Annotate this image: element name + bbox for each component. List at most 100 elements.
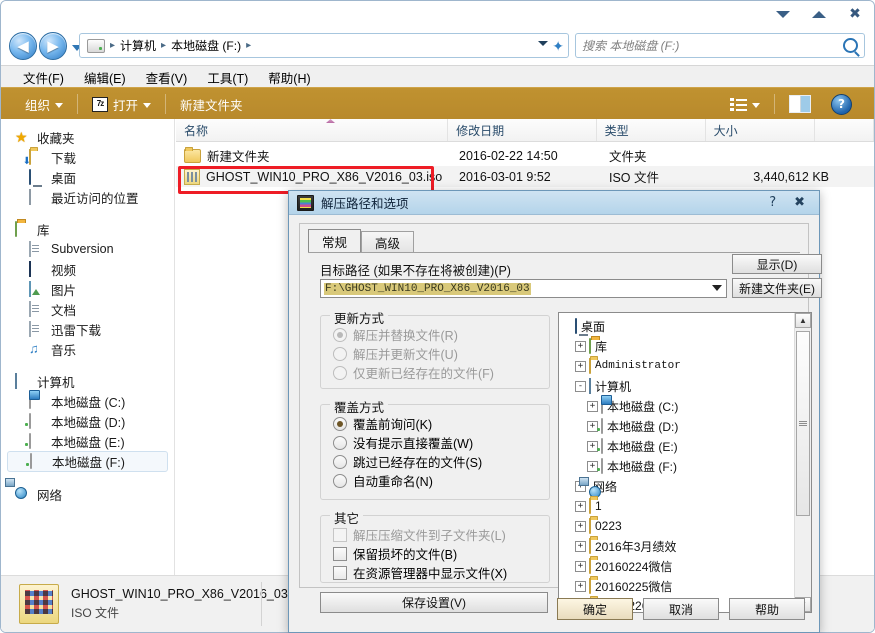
checkbox-display-in-explorer[interactable]: 在资源管理器中显示文件(X) <box>321 563 549 582</box>
folder-tree[interactable]: 桌面+库+Administrator-计算机+本地磁盘 (C:)+本地磁盘 (D… <box>558 312 812 613</box>
tree-node[interactable]: +网络 <box>563 476 793 496</box>
checkbox-extract-to-subfolder[interactable]: 解压压缩文件到子文件夹(L) <box>321 525 549 544</box>
radio-auto-rename[interactable]: 自动重命名(N) <box>321 471 549 490</box>
tab-general[interactable]: 常规 <box>308 229 361 252</box>
sidebar-group-favorites[interactable]: ★ 收藏夹 <box>1 127 174 147</box>
checkbox-icon <box>333 528 347 542</box>
radio-update-existing-only[interactable]: 仅更新已经存在的文件(F) <box>321 363 549 382</box>
sidebar-item-recent-places[interactable]: 最近访问的位置 <box>1 187 174 207</box>
table-row[interactable]: GHOST_WIN10_PRO_X86_V2016_03.iso 2016-03… <box>176 166 874 187</box>
tree-node[interactable]: +2016年3月绩效 <box>563 536 793 556</box>
tree-scrollbar[interactable]: ▲ ▼ <box>794 313 811 612</box>
view-options-button[interactable] <box>720 91 770 117</box>
preview-pane-button[interactable] <box>779 91 821 117</box>
dialog-help-icon[interactable]: ? <box>769 195 776 210</box>
column-header-date[interactable]: 修改日期 <box>448 119 597 141</box>
breadcrumb-item-computer[interactable]: 计算机 <box>117 36 159 55</box>
help-button[interactable]: 帮助 <box>729 598 805 620</box>
breadcrumb-item-drive-f[interactable]: 本地磁盘 (F:) <box>168 36 244 55</box>
sidebar-group-network[interactable]: 网络 <box>1 484 174 504</box>
dialog-close-icon[interactable]: ✖ <box>794 195 805 210</box>
tree-node[interactable]: +本地磁盘 (E:) <box>563 436 793 456</box>
radio-extract-replace[interactable]: 解压并替换文件(R) <box>321 325 549 344</box>
tree-node[interactable]: +库 <box>563 336 793 356</box>
checkbox-keep-broken-files[interactable]: 保留损坏的文件(B) <box>321 544 549 563</box>
scroll-up-icon[interactable]: ▲ <box>795 313 811 328</box>
collapse-icon[interactable]: - <box>575 381 586 392</box>
radio-overwrite-without-prompt[interactable]: 没有提示直接覆盖(W) <box>321 433 549 452</box>
help-button[interactable]: ? <box>821 91 862 117</box>
column-header-size[interactable]: 大小 <box>706 119 815 141</box>
organize-button[interactable]: 组织 <box>15 91 73 117</box>
tree-node[interactable]: 桌面 <box>563 316 793 336</box>
expand-icon[interactable]: + <box>587 401 598 412</box>
sidebar-item-pictures[interactable]: 图片 <box>1 279 174 299</box>
radio-ask-before-overwrite[interactable]: 覆盖前询问(K) <box>321 414 549 433</box>
column-header-name[interactable]: 名称 <box>176 119 448 141</box>
expand-icon[interactable]: + <box>575 541 586 552</box>
tree-node[interactable]: +0223 <box>563 516 793 536</box>
tree-node[interactable]: -计算机 <box>563 376 793 396</box>
sidebar-item-desktop[interactable]: 桌面 <box>1 167 174 187</box>
sidebar-item-documents[interactable]: 文档 <box>1 299 174 319</box>
forward-button[interactable]: ▶ <box>39 32 67 60</box>
scrollbar-thumb[interactable] <box>796 331 810 516</box>
tree-node[interactable]: +Administrator <box>563 356 793 376</box>
new-folder-button[interactable]: 新建文件夹(E) <box>732 278 822 298</box>
table-row[interactable]: 新建文件夹 2016-02-22 14:50 文件夹 <box>176 145 874 166</box>
path-dropdown-icon[interactable] <box>712 285 722 291</box>
tree-node[interactable]: +1 <box>563 496 793 516</box>
tree-node[interactable]: +本地磁盘 (F:) <box>563 456 793 476</box>
tree-node-label: 1 <box>595 499 602 513</box>
new-folder-button[interactable]: 新建文件夹 <box>170 91 253 117</box>
address-dropdown-icon[interactable] <box>538 41 548 46</box>
sidebar-group-libraries[interactable]: 库 <box>1 219 174 239</box>
menu-file[interactable]: 文件(F) <box>13 66 74 89</box>
menu-edit[interactable]: 编辑(E) <box>74 66 136 89</box>
sidebar-item-videos[interactable]: 视频 <box>1 259 174 279</box>
search-input[interactable]: 搜索 本地磁盘 (F:) <box>582 37 843 54</box>
minimize-icon[interactable] <box>772 5 794 23</box>
sidebar-item-drive-c[interactable]: 本地磁盘 (C:) <box>1 391 174 411</box>
drive-icon <box>29 414 46 429</box>
tab-advanced[interactable]: 高级 <box>361 231 414 252</box>
tree-node[interactable]: +20160224微信 <box>563 556 793 576</box>
ok-button[interactable]: 确定 <box>557 598 633 620</box>
open-button[interactable]: 7z 打开 <box>82 91 161 117</box>
winrar-icon <box>297 195 314 211</box>
sidebar-group-computer[interactable]: 计算机 <box>1 371 174 391</box>
destination-path-input[interactable]: F:\GHOST_WIN10_PRO_X86_V2016_03 <box>320 279 727 298</box>
menu-tools[interactable]: 工具(T) <box>197 66 258 89</box>
tree-node[interactable]: +本地磁盘 (D:) <box>563 416 793 436</box>
sidebar-item-thunder-downloads[interactable]: 迅雷下载 <box>1 319 174 339</box>
column-header-extra[interactable] <box>815 119 874 141</box>
expand-icon[interactable]: + <box>575 361 586 372</box>
column-header-type[interactable]: 类型 <box>597 119 706 141</box>
expand-icon[interactable]: + <box>575 521 586 532</box>
maximize-icon[interactable] <box>808 5 830 23</box>
menu-view[interactable]: 查看(V) <box>136 66 198 89</box>
sidebar-item-drive-e[interactable]: 本地磁盘 (E:) <box>1 431 174 451</box>
expand-icon[interactable]: + <box>575 561 586 572</box>
back-button[interactable]: ◀ <box>9 32 37 60</box>
close-icon[interactable]: ✖ <box>844 5 866 23</box>
sidebar-item-drive-f[interactable]: 本地磁盘 (F:) <box>7 451 168 472</box>
tree-node[interactable]: +本地磁盘 (C:) <box>563 396 793 416</box>
search-box[interactable]: 搜索 本地磁盘 (F:) <box>575 33 865 58</box>
sidebar-item-drive-d[interactable]: 本地磁盘 (D:) <box>1 411 174 431</box>
sidebar-item-music[interactable]: ♫ 音乐 <box>1 339 174 359</box>
sidebar-item-subversion[interactable]: Subversion <box>1 239 174 259</box>
cancel-button[interactable]: 取消 <box>643 598 719 620</box>
sidebar-label: 计算机 <box>37 372 75 391</box>
breadcrumb[interactable]: ▸ 计算机 ▸ 本地磁盘 (F:) ▸ ✦ <box>79 33 569 58</box>
expand-icon[interactable]: + <box>575 341 586 352</box>
expand-icon[interactable]: + <box>575 501 586 512</box>
system-drive-icon <box>29 394 46 409</box>
sidebar-item-downloads[interactable]: ⬇ 下载 <box>1 147 174 167</box>
menu-help[interactable]: 帮助(H) <box>258 66 320 89</box>
show-button[interactable]: 显示(D) <box>732 254 822 274</box>
radio-extract-update[interactable]: 解压并更新文件(U) <box>321 344 549 363</box>
radio-skip-existing[interactable]: 跳过已经存在的文件(S) <box>321 452 549 471</box>
refresh-icon[interactable]: ✦ <box>552 38 564 55</box>
drive-icon <box>87 39 105 53</box>
